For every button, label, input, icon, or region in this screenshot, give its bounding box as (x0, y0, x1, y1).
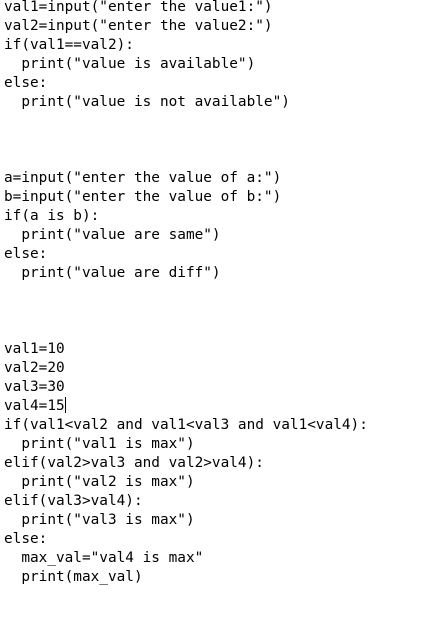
code-line[interactable]: print("val1 is max") (4, 435, 194, 454)
code-line[interactable]: a=input("enter the value of a:") (4, 169, 281, 188)
code-line[interactable]: else: (4, 530, 47, 549)
code-line[interactable]: val3=30 (4, 378, 65, 397)
code-line[interactable]: print("value are diff") (4, 264, 220, 283)
code-line[interactable]: if(val1==val2): (4, 36, 134, 55)
code-line[interactable]: print("val2 is max") (4, 473, 194, 492)
code-line[interactable]: if(val1<val2 and val1<val3 and val1<val4… (4, 416, 368, 435)
code-line[interactable]: print("value are same") (4, 226, 220, 245)
code-line[interactable]: val2=20 (4, 359, 65, 378)
text-caret (64, 397, 66, 413)
code-line[interactable]: val1=10 (4, 340, 65, 359)
code-editor[interactable]: val1=input("enter the value1:") val2=inp… (0, 0, 434, 619)
code-line[interactable]: max_val="val4 is max" (4, 549, 203, 568)
code-line[interactable]: print("value is available") (4, 55, 255, 74)
code-line[interactable]: elif(val2>val3 and val2>val4): (4, 454, 264, 473)
code-line[interactable]: if(a is b): (4, 207, 99, 226)
code-line-with-caret[interactable]: val4=15 (4, 397, 66, 416)
code-line[interactable]: b=input("enter the value of b:") (4, 188, 281, 207)
code-line[interactable]: print("val3 is max") (4, 511, 194, 530)
code-line[interactable]: val2=input("enter the value2:") (4, 17, 273, 36)
code-line[interactable]: val1=input("enter the value1:") (4, 0, 273, 17)
code-line[interactable]: else: (4, 74, 47, 93)
code-line[interactable]: print("value is not available") (4, 93, 290, 112)
code-line-text[interactable]: val4=15 (4, 398, 65, 414)
code-line[interactable]: elif(val3>val4): (4, 492, 143, 511)
code-line[interactable]: else: (4, 245, 47, 264)
code-line[interactable]: print(max_val) (4, 568, 142, 587)
